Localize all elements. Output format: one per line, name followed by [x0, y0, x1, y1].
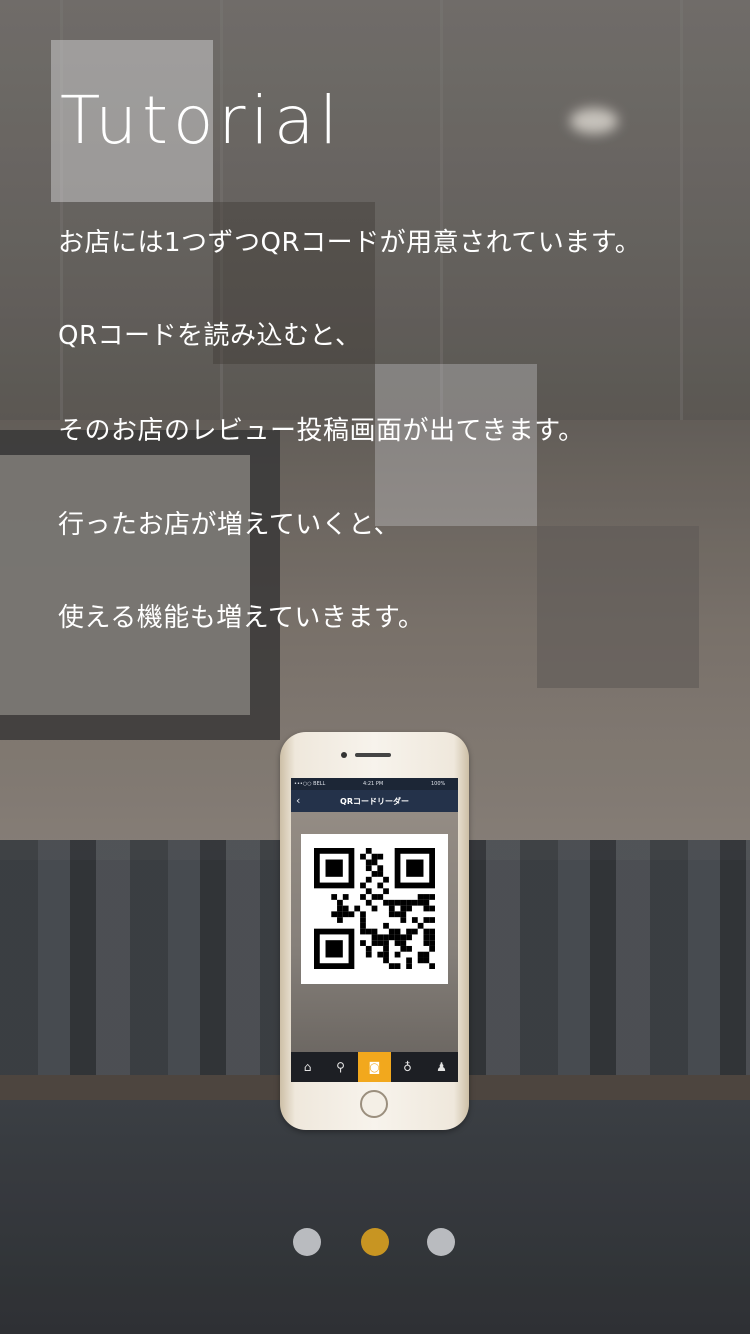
- tutorial-text-line: 使える機能も増えていきます。: [58, 603, 425, 633]
- battery-label: 100%: [431, 781, 446, 787]
- lightbulb-icon: ♁: [403, 1060, 412, 1074]
- page-title: Tutorial: [60, 82, 343, 159]
- person-icon: ♟: [436, 1060, 447, 1074]
- page-indicator-dot[interactable]: [293, 1228, 321, 1256]
- phone-mockup: •••○○ BELL 4:21 PM 100% ‹ QRコードリーダー ⌂ ⚲ …: [280, 732, 469, 1130]
- nav-title: QRコードリーダー: [340, 797, 409, 806]
- tutorial-text-line: 行ったお店が増えていくと、: [58, 510, 401, 540]
- home-icon: ⌂: [303, 1060, 312, 1074]
- carrier-label: •••○○ BELL: [294, 781, 326, 787]
- page-indicator-dot[interactable]: [427, 1228, 455, 1256]
- front-camera: [341, 752, 347, 758]
- tutorial-text-line: そのお店のレビュー投稿画面が出てきます。: [58, 416, 585, 446]
- qr-code-icon: [314, 848, 435, 969]
- nav-bar: ‹ QRコードリーダー: [291, 790, 458, 812]
- search-icon: ⚲: [336, 1060, 345, 1074]
- status-bar: •••○○ BELL 4:21 PM 100%: [291, 778, 458, 790]
- tutorial-text-line: お店には1つずつQRコードが用意されています。: [58, 228, 642, 258]
- qr-code: [301, 834, 448, 984]
- home-button: [360, 1090, 388, 1118]
- tab-bar: ⌂ ⚲ ◙ ♁ ♟: [291, 1052, 458, 1082]
- phone-screen: •••○○ BELL 4:21 PM 100% ‹ QRコードリーダー ⌂ ⚲ …: [291, 778, 458, 1082]
- tutorial-text-line: QRコードを読み込むと、: [58, 321, 362, 351]
- page-indicator-dot-active[interactable]: [361, 1228, 389, 1256]
- status-time: 4:21 PM: [363, 781, 384, 787]
- phone-speaker: [355, 753, 391, 757]
- camera-icon: ◙: [358, 1052, 391, 1082]
- camera-viewfinder: [291, 812, 458, 1052]
- decor-square: [537, 526, 699, 688]
